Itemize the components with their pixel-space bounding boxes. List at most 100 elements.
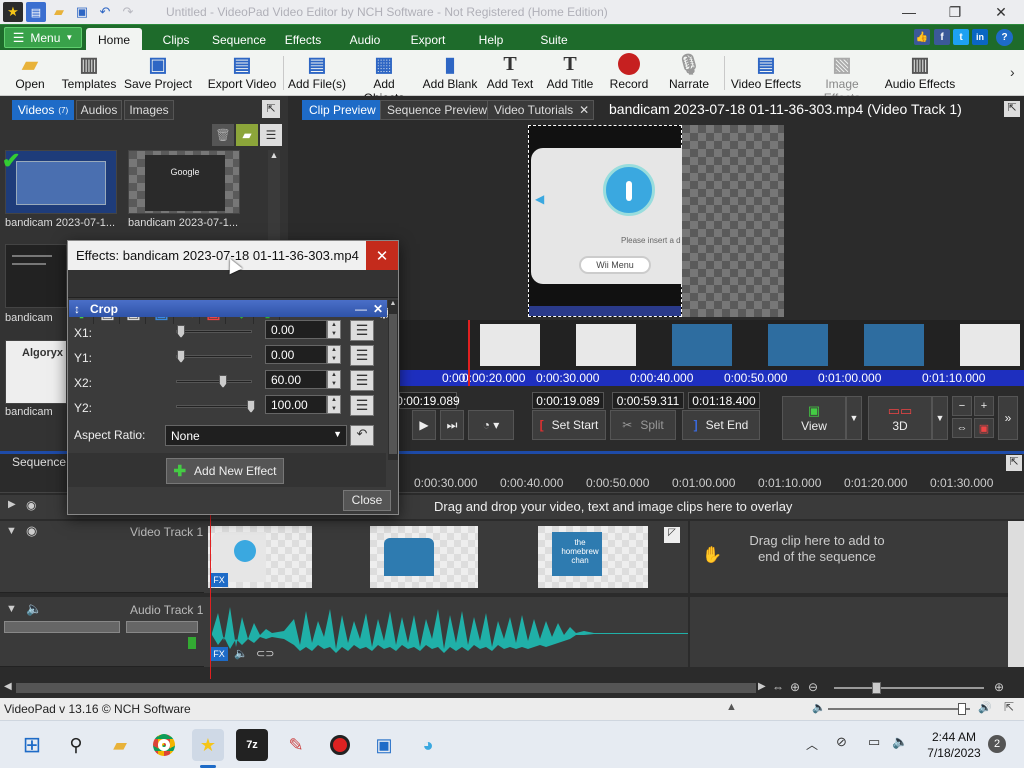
resize-grip-icon[interactable]: ⇱ [1004,700,1014,714]
undock-icon[interactable]: ⇱ [262,100,280,118]
skip-end-icon[interactable]: ⏭ [440,410,464,440]
expand-icon[interactable]: ▶ [8,499,16,510]
media-thumbnail[interactable]: Google [128,150,240,214]
more-icon[interactable]: » [998,396,1018,440]
crop-effect-header[interactable]: ↕ Crop — ✕ [69,300,387,317]
set-end-button[interactable]: ] Set End [682,410,760,440]
twitter-icon[interactable]: t [953,29,969,45]
tab-sequence[interactable]: Sequence [208,28,270,51]
remove-effect-icon[interactable]: ✕ [373,302,383,316]
play-icon[interactable]: ▶ [412,410,436,440]
end-time[interactable]: 0:01:18.400 [688,392,760,409]
show-hidden-icons[interactable]: ︿ [806,736,818,753]
zoom-out-icon[interactable]: ⊖ [808,680,818,694]
close-window-button[interactable]: ✕ [978,0,1024,24]
clock[interactable]: 2:44 AM 7/18/2023 [926,729,982,761]
notification-badge[interactable]: 2 [988,735,1006,753]
split-button[interactable]: ✂ Split [610,410,676,440]
record-button[interactable]: Record [604,52,654,94]
media-thumbnail[interactable] [5,150,117,214]
redo-icon[interactable]: ↷ [118,2,138,22]
param-slider[interactable] [176,350,252,363]
eye-icon[interactable]: ◉ [26,523,37,539]
save-project-button[interactable]: ▣ Save Project [122,52,194,94]
search-icon[interactable]: ⚲ [60,729,92,761]
tab-audio[interactable]: Audio [342,28,388,51]
slider-knob[interactable] [247,400,255,413]
tab-export[interactable]: Export [404,28,452,51]
ribbon-scroll-right-icon[interactable]: › [1010,64,1015,80]
tab-sequence-timeline[interactable]: Sequence [12,455,66,469]
transition-icon[interactable]: ◸ [664,527,680,543]
display-icon[interactable]: ▭ [868,734,880,750]
clip-ruler[interactable]: 0:00 0:00:20.000 0:00:30.000 0:00:40.000… [400,370,1024,386]
zoom-slider-knob[interactable] [872,682,881,694]
audio-track-lane[interactable]: FX 🔈 ⊂⊃ [204,597,688,667]
speaker-icon[interactable]: 🔈 [232,647,250,661]
param-value-input[interactable]: 0.00 [265,320,327,339]
slider-knob[interactable] [177,350,185,363]
open-folder-icon[interactable]: ▰ [49,2,69,22]
add-files-button[interactable]: ▤ Add File(s) [288,52,346,94]
tab-help[interactable]: Help [472,28,510,51]
param-value-input[interactable]: 0.00 [265,345,327,364]
close-tab-icon[interactable]: ✕ [579,103,589,117]
zoom-fit-icon[interactable]: ⊕ [790,680,800,694]
scroll-left-icon[interactable]: ◀ [4,681,12,692]
timeline-vscrollbar[interactable] [1008,521,1024,667]
paint-icon[interactable]: ✎ [280,729,312,761]
tab-effects[interactable]: Effects [278,28,328,51]
collapse-icon[interactable]: ▼ [6,603,17,615]
tab-video-tutorials[interactable]: Video Tutorials ✕ [487,100,595,120]
export-video-button[interactable]: ▤ Export Video [206,52,278,94]
reset-icon[interactable]: ↶ [350,425,374,446]
video-frame[interactable]: Please insert a d Wii Menu ◀ [528,125,683,317]
image-effects-button[interactable]: ▧ Image Effects [806,52,878,106]
video-clip[interactable] [370,526,478,588]
playhead[interactable] [468,320,470,386]
list-view-icon[interactable]: ☰ [260,124,282,146]
aspect-ratio-select[interactable]: None ▼ [165,425,347,446]
tab-clip-preview[interactable]: Clip Preview [302,100,383,120]
paint3d-icon[interactable]: ◕ [412,729,444,761]
scroll-right-icon[interactable]: ▶ [758,681,766,692]
file-explorer-icon[interactable]: ▰ [104,729,136,761]
start-time[interactable]: 0:00:19.089 [532,392,604,409]
add-blank-button[interactable]: ▮ Add Blank [422,52,478,94]
help-icon[interactable]: ? [996,29,1013,46]
param-slider[interactable] [176,375,252,388]
safe-area-icon[interactable]: ▣ [974,418,994,438]
dialog-scrollbar[interactable]: ▲ [388,300,398,460]
bandicam-icon[interactable] [324,729,356,761]
7zip-icon[interactable]: 7z [236,729,268,761]
slider-knob[interactable] [177,325,185,338]
param-menu-button[interactable]: ☰ [350,345,374,366]
maximize-button[interactable]: ❐ [932,0,978,24]
menu-button[interactable]: ☰ Menu ▼ [4,27,82,48]
param-value-input[interactable]: 100.00 [265,395,327,414]
close-button[interactable]: Close [343,490,391,511]
pan-slider[interactable] [126,621,198,633]
fit-icon[interactable]: ⇔ [952,418,972,438]
templates-button[interactable]: ▥ Templates [58,52,120,94]
volume-slider[interactable] [4,621,120,633]
media-thumbnail[interactable]: Algoryx [5,340,67,404]
save-icon[interactable]: ▣ [72,2,92,22]
zoom-slider[interactable] [834,682,984,694]
linkedin-icon[interactable]: in [972,29,988,45]
duration-time[interactable]: 0:00:59.311 [612,392,684,409]
tab-audios[interactable]: Audios [76,100,122,120]
narrate-button[interactable]: 🎙 Narrate [664,52,714,94]
param-spinner[interactable]: ▲ ▼ [327,395,341,414]
undo-icon[interactable]: ↶ [95,2,115,22]
volume-icon[interactable]: 🔈 [892,734,908,750]
add-new-effect-button[interactable]: ✚ Add New Effect [166,458,284,484]
delete-icon[interactable]: 🗑 [212,124,234,146]
link-icon[interactable]: ⊂⊃ [256,647,274,661]
timeline-hscrollbar[interactable] [16,683,756,693]
media-thumbnail[interactable] [5,244,67,308]
facebook-icon[interactable]: f [934,29,950,45]
view-button[interactable]: ▣ View [782,396,846,440]
master-volume-slider[interactable] [828,703,970,715]
drop-zone[interactable]: ✋ Drag clip here to add to end of the se… [690,521,1008,593]
